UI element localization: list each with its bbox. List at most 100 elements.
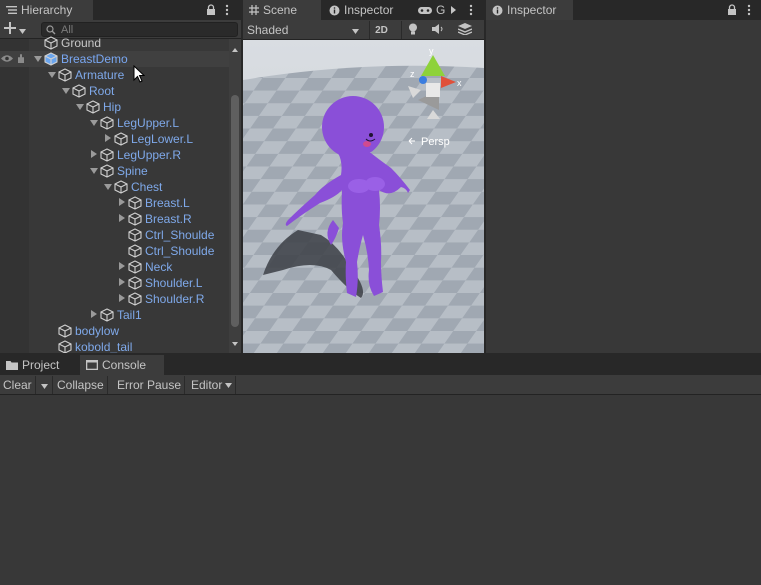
lock-icon[interactable] bbox=[206, 3, 216, 17]
inspector-lock-icon[interactable] bbox=[727, 3, 737, 17]
shading-mode-dropdown[interactable]: Shaded bbox=[243, 21, 363, 39]
shading-mode-label: Shaded bbox=[247, 23, 289, 37]
tab-inspector-secondary-label: Inspector bbox=[344, 3, 394, 17]
list-icon bbox=[6, 5, 17, 15]
tab-scene[interactable]: Scene bbox=[243, 0, 321, 20]
scroll-down-arrow-icon[interactable] bbox=[232, 335, 238, 349]
hierarchy-row[interactable]: LegLower.L bbox=[0, 131, 229, 147]
hierarchy-row[interactable]: Ground bbox=[0, 35, 229, 51]
hierarchy-scrollbar[interactable] bbox=[229, 39, 241, 353]
hierarchy-row[interactable]: Chest bbox=[0, 179, 229, 195]
hierarchy-row[interactable]: Breast.R bbox=[0, 211, 229, 227]
expand-arrow-down-icon[interactable] bbox=[46, 71, 58, 80]
scroll-up-arrow-icon[interactable] bbox=[232, 41, 238, 55]
editor-dropdown[interactable]: Editor bbox=[188, 376, 237, 394]
hierarchy-row-label: LegUpper.R bbox=[117, 148, 182, 162]
folder-icon bbox=[6, 360, 18, 370]
expand-arrow-right-icon[interactable] bbox=[88, 150, 100, 160]
mode-2d-label: 2D bbox=[375, 24, 388, 36]
scene-kebab-menu-icon[interactable] bbox=[469, 3, 473, 17]
hierarchy-row[interactable]: Root bbox=[0, 83, 229, 99]
tab-hierarchy[interactable]: Hierarchy bbox=[0, 0, 93, 20]
expand-arrow-down-icon[interactable] bbox=[102, 183, 114, 192]
hierarchy-row[interactable]: Armature bbox=[0, 67, 229, 83]
scene-panel: Scene Inspector G Shaded 2D y x z Persp bbox=[243, 0, 484, 353]
hierarchy-row[interactable]: Breast.L bbox=[0, 195, 229, 211]
grid-icon bbox=[249, 5, 259, 15]
hierarchy-row[interactable]: LegUpper.L bbox=[0, 115, 229, 131]
gameobject-cube-icon bbox=[58, 324, 72, 338]
gameobject-cube-icon bbox=[86, 100, 100, 114]
error-pause-toggle[interactable]: Error Pause bbox=[114, 376, 186, 394]
audio-toggle[interactable] bbox=[427, 21, 449, 39]
gameobject-cube-icon bbox=[128, 276, 142, 290]
hierarchy-row[interactable]: Shoulder.R bbox=[0, 291, 229, 307]
collapse-toggle[interactable]: Collapse bbox=[54, 376, 108, 394]
expand-arrow-right-icon[interactable] bbox=[116, 294, 128, 304]
gameobject-cube-icon bbox=[114, 132, 128, 146]
gameobject-cube-icon bbox=[100, 116, 114, 130]
hierarchy-row-label: Shoulder.L bbox=[145, 276, 203, 290]
expand-arrow-down-icon[interactable] bbox=[88, 119, 100, 128]
clear-button[interactable]: Clear bbox=[0, 376, 36, 394]
expand-arrow-right-icon[interactable] bbox=[116, 198, 128, 208]
expand-arrow-down-icon[interactable] bbox=[60, 87, 72, 96]
search-icon bbox=[46, 24, 56, 35]
gameobject-cube-icon bbox=[128, 196, 142, 210]
lighting-toggle[interactable] bbox=[401, 21, 423, 39]
mode-2d-toggle[interactable]: 2D bbox=[369, 21, 393, 39]
expand-arrow-down-icon[interactable] bbox=[74, 103, 86, 112]
clear-label: Clear bbox=[3, 378, 32, 392]
tab-inspector-secondary[interactable]: Inspector bbox=[323, 0, 399, 20]
gizmo-z-label: z bbox=[410, 69, 415, 79]
hierarchy-row[interactable]: Spine bbox=[0, 163, 229, 179]
tab-project[interactable]: Project bbox=[0, 355, 80, 375]
tab-overflow-arrow-icon[interactable] bbox=[451, 3, 456, 17]
expand-arrow-right-icon[interactable] bbox=[116, 214, 128, 224]
hierarchy-row[interactable]: Shoulder.L bbox=[0, 275, 229, 291]
gameobject-cube-icon bbox=[100, 164, 114, 178]
gamepad-icon bbox=[418, 6, 432, 15]
console-tabbar: Project Console bbox=[0, 355, 761, 375]
expand-arrow-down-icon[interactable] bbox=[88, 167, 100, 176]
hierarchy-row[interactable]: BreastDemo bbox=[0, 51, 229, 67]
info-icon bbox=[329, 5, 340, 16]
gameobject-cube-icon bbox=[100, 148, 114, 162]
gameobject-cube-icon bbox=[114, 180, 128, 194]
expand-arrow-right-icon[interactable] bbox=[88, 310, 100, 320]
hierarchy-row[interactable]: LegUpper.R bbox=[0, 147, 229, 163]
expand-arrow-right-icon[interactable] bbox=[116, 278, 128, 288]
hierarchy-row[interactable]: bodylow bbox=[0, 323, 229, 339]
gameobject-cube-icon bbox=[58, 68, 72, 82]
expand-arrow-right-icon[interactable] bbox=[102, 134, 114, 144]
kebab-menu-icon[interactable] bbox=[225, 3, 229, 17]
expand-arrow-down-icon[interactable] bbox=[32, 55, 44, 64]
console-icon bbox=[86, 360, 98, 370]
expand-arrow-right-icon[interactable] bbox=[116, 262, 128, 272]
tab-console[interactable]: Console bbox=[80, 355, 164, 375]
hierarchy-row[interactable]: Ctrl_Shoulde bbox=[0, 243, 229, 259]
hierarchy-row[interactable]: Neck bbox=[0, 259, 229, 275]
hierarchy-row-label: bodylow bbox=[75, 324, 120, 338]
search-placeholder: All bbox=[61, 23, 74, 36]
hierarchy-row[interactable]: Ctrl_Shoulde bbox=[0, 227, 229, 243]
hierarchy-row[interactable]: kobold_tail bbox=[0, 339, 229, 353]
effects-toggle[interactable] bbox=[453, 21, 477, 39]
clear-options-dropdown[interactable] bbox=[36, 376, 53, 394]
hierarchy-row-label: Ctrl_Shoulde bbox=[145, 244, 215, 258]
hierarchy-row[interactable]: Tail1 bbox=[0, 307, 229, 323]
scene-viewport[interactable]: y x z Persp bbox=[243, 40, 484, 353]
scrollbar-thumb[interactable] bbox=[231, 95, 239, 327]
hierarchy-row-label: Tail1 bbox=[117, 308, 142, 322]
tab-inspector[interactable]: Inspector bbox=[486, 0, 573, 20]
inspector-kebab-menu-icon[interactable] bbox=[747, 3, 751, 17]
gameobject-cube-icon bbox=[72, 84, 86, 98]
scene-tabbar: Scene Inspector G bbox=[243, 0, 484, 20]
gameobject-cube-icon bbox=[128, 244, 142, 258]
hierarchy-row[interactable]: Hip bbox=[0, 99, 229, 115]
visibility-eye-icon[interactable] bbox=[1, 54, 26, 64]
hierarchy-row-label: Armature bbox=[75, 68, 125, 82]
console-panel: Project Console Clear Collapse Error Pau… bbox=[0, 355, 761, 585]
tab-game[interactable]: G bbox=[416, 0, 447, 20]
hierarchy-row-label: Neck bbox=[145, 260, 173, 274]
